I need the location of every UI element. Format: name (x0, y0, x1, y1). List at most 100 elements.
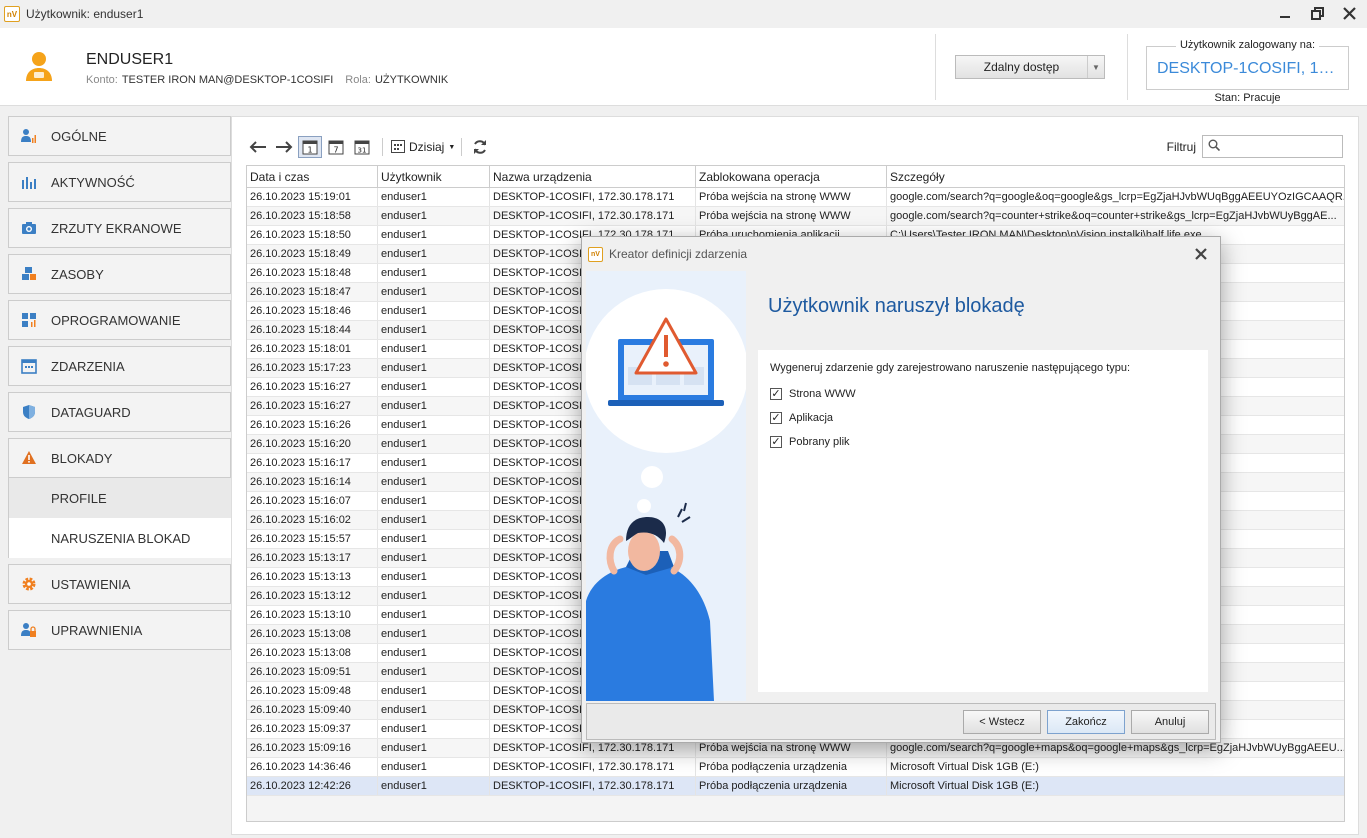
sidebar-item-resources[interactable]: ZASOBY (8, 254, 231, 294)
cell-user: enduser1 (378, 302, 490, 320)
table-row[interactable]: 26.10.2023 15:18:58 enduser1 DESKTOP-1COSI… (247, 207, 1344, 226)
remote-access-label[interactable]: Zdalny dostęp (956, 56, 1088, 78)
cell-user: enduser1 (378, 340, 490, 358)
close-icon[interactable] (1194, 245, 1208, 266)
sidebar-item-dataguard[interactable]: DATAGUARD (8, 392, 231, 432)
role-label: Rola: (345, 74, 371, 86)
checkbox-downloaded-file[interactable]: ✓ Pobrany plik (770, 436, 850, 448)
arrow-left-icon[interactable] (246, 136, 270, 158)
minimize-icon[interactable] (1275, 3, 1295, 23)
column-header-device[interactable]: Nazwa urządzenia (490, 166, 696, 187)
sidebar-item-settings[interactable]: USTAWIENIA (8, 564, 231, 604)
cell-datetime: 26.10.2023 12:42:26 (247, 777, 378, 795)
column-header-operation[interactable]: Zablokowana operacja (696, 166, 887, 187)
cell-datetime: 26.10.2023 15:18:50 (247, 226, 378, 244)
today-dropdown[interactable]: Dzisiaj ▼ (391, 139, 455, 156)
sidebar-item-screenshots[interactable]: ZRZUTY EKRANOWE (8, 208, 231, 248)
week-view-icon[interactable]: 7 (324, 136, 348, 158)
refresh-icon[interactable] (468, 136, 492, 158)
cancel-button[interactable]: Anuluj (1131, 710, 1209, 734)
day-view-icon[interactable]: 1 (298, 136, 322, 158)
finish-button[interactable]: Zakończ (1047, 710, 1125, 734)
logged-on-host[interactable]: DESKTOP-1COSIFI, 172.30.178.171 (1157, 60, 1340, 78)
warning-icon (21, 450, 37, 466)
column-header-datetime[interactable]: Data i czas (247, 166, 378, 187)
cell-datetime: 26.10.2023 15:09:37 (247, 720, 378, 738)
cell-datetime: 26.10.2023 15:13:13 (247, 568, 378, 586)
dialog-title: Kreator definicji zdarzenia (609, 247, 748, 261)
general-icon (21, 128, 37, 144)
table-row[interactable]: 26.10.2023 14:36:46 enduser1 DESKTOP-1COSI… (247, 758, 1344, 777)
cell-user: enduser1 (378, 188, 490, 206)
checkbox-website[interactable]: ✓ Strona WWW (770, 388, 856, 400)
logged-on-box: Użytkownik zalogowany na: DESKTOP-1COSIF… (1146, 39, 1349, 90)
cell-user: enduser1 (378, 720, 490, 738)
column-header-user[interactable]: Użytkownik (378, 166, 490, 187)
cell-user: enduser1 (378, 245, 490, 263)
sidebar-subitem-block-violations[interactable]: NARUSZENIA BLOKAD (8, 518, 231, 558)
arrow-right-icon[interactable] (272, 136, 296, 158)
cell-user: enduser1 (378, 283, 490, 301)
dialog-titlebar: nV Kreator definicji zdarzenia (582, 237, 1220, 271)
month-view-icon[interactable]: 31 (350, 136, 374, 158)
cell-datetime: 26.10.2023 15:18:58 (247, 207, 378, 225)
cell-datetime: 26.10.2023 15:16:17 (247, 454, 378, 472)
user-header: ENDUSER1 Konto: TESTER IRON MAN@DESKTOP-1… (0, 28, 1367, 106)
column-header-details[interactable]: Szczegóły (887, 166, 1344, 187)
dialog-options-panel: Wygeneruj zdarzenie gdy zarejestrowano n… (758, 350, 1208, 692)
sidebar-item-blocks[interactable]: BLOKADY (8, 438, 231, 478)
today-label: Dzisiaj (409, 140, 445, 154)
dialog-heading: Użytkownik naruszył blokadę (768, 295, 1025, 317)
cell-details: google.com/search?q=google&oq=google&gs_… (890, 191, 1344, 203)
restore-icon[interactable] (1307, 3, 1327, 23)
activity-icon (21, 174, 37, 190)
search-icon (1208, 139, 1221, 154)
permissions-icon (21, 622, 37, 638)
app-logo: nV (4, 6, 20, 22)
header-divider (935, 34, 936, 100)
cell-user: enduser1 (378, 758, 490, 776)
sidebar-item-label: ZASOBY (51, 266, 104, 282)
close-icon[interactable] (1339, 3, 1359, 23)
checkbox-box[interactable]: ✓ (770, 388, 782, 400)
checkbox-box[interactable]: ✓ (770, 412, 782, 424)
table-row[interactable]: 26.10.2023 12:42:26 enduser1 DESKTOP-1COSI… (247, 777, 1344, 796)
cell-user: enduser1 (378, 701, 490, 719)
cell-datetime: 26.10.2023 15:13:17 (247, 549, 378, 567)
remote-access-button[interactable]: Zdalny dostęp ▼ (955, 55, 1105, 79)
table-header: Data i czas Użytkownik Nazwa urządzenia … (247, 166, 1344, 188)
cell-user: enduser1 (378, 397, 490, 415)
sidebar-item-label: AKTYWNOŚĆ (51, 174, 135, 190)
cell-user: enduser1 (378, 492, 490, 510)
checkbox-label: Pobrany plik (789, 436, 850, 448)
sidebar-item-permissions[interactable]: UPRAWNIENIA (8, 610, 231, 650)
cell-datetime: 26.10.2023 15:19:01 (247, 188, 378, 206)
week-view-number: 7 (333, 146, 338, 155)
checkmark-icon: ✓ (771, 411, 781, 424)
cell-datetime: 26.10.2023 15:16:07 (247, 492, 378, 510)
checkmark-icon: ✓ (771, 387, 781, 400)
checkbox-application[interactable]: ✓ Aplikacja (770, 412, 833, 424)
day-view-number: 1 (307, 146, 312, 155)
sidebar-item-events[interactable]: ZDARZENIA (8, 346, 231, 386)
cell-datetime: 26.10.2023 15:16:14 (247, 473, 378, 491)
cell-datetime: 26.10.2023 15:16:26 (247, 416, 378, 434)
cell-user: enduser1 (378, 378, 490, 396)
chevron-down-icon[interactable]: ▼ (1088, 56, 1104, 78)
sidebar-item-software[interactable]: OPROGRAMOWANIE (8, 300, 231, 340)
filter-input[interactable] (1202, 135, 1343, 158)
sidebar-subitem-profile[interactable]: PROFILE (8, 478, 231, 518)
resources-icon (21, 266, 37, 282)
software-icon (21, 312, 37, 328)
filter: Filtruj (1167, 135, 1343, 158)
cell-user: enduser1 (378, 530, 490, 548)
cell-user: enduser1 (378, 321, 490, 339)
checkbox-box[interactable]: ✓ (770, 436, 782, 448)
sidebar-item-activity[interactable]: AKTYWNOŚĆ (8, 162, 231, 202)
back-button[interactable]: < Wstecz (963, 710, 1041, 734)
calendar-grid-icon (391, 139, 405, 156)
account-value: TESTER IRON MAN@DESKTOP-1COSIFI (121, 74, 334, 86)
table-row[interactable]: 26.10.2023 15:19:01 enduser1 DESKTOP-1COSI… (247, 188, 1344, 207)
user-state: Stan: Pracuje (1214, 92, 1281, 104)
sidebar-item-general[interactable]: OGÓLNE (8, 116, 231, 156)
